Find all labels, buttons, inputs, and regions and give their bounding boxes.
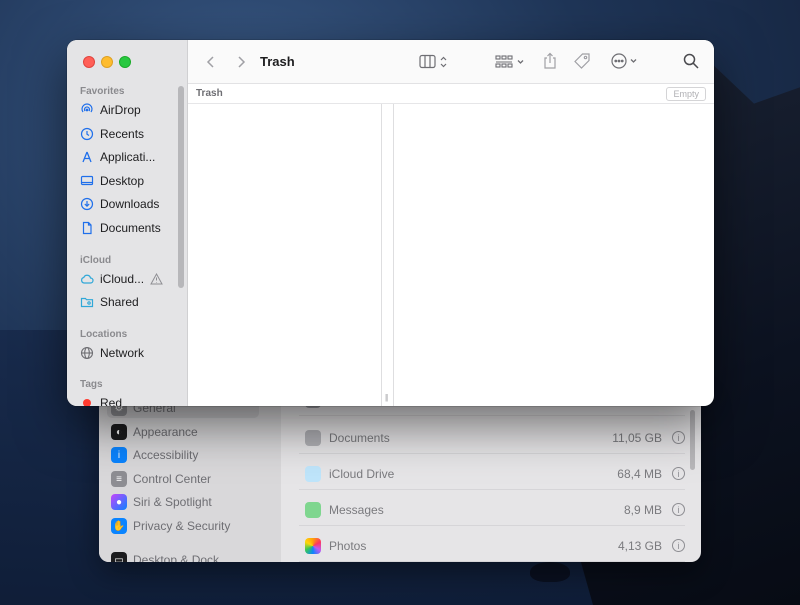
clock-icon — [80, 127, 94, 141]
storage-row-documents[interactable]: Documents 11,05 GB i — [299, 422, 685, 454]
cloud-icon — [80, 272, 94, 286]
warning-icon[interactable] — [150, 273, 163, 285]
finder-sidebar: Favorites AirDrop Recents Applicati... D… — [67, 40, 188, 406]
empty-trash-button[interactable]: Empty — [666, 87, 706, 101]
settings-item-siri[interactable]: ● Siri & Spotlight — [111, 492, 212, 512]
info-icon[interactable]: i — [672, 503, 685, 516]
settings-sidebar: ⚙ General ◐ Appearance i Accessibility ≡… — [99, 390, 281, 562]
sidebar-header-locations: Locations — [80, 329, 128, 340]
zoom-button[interactable] — [119, 56, 131, 68]
document-icon — [80, 221, 94, 235]
finder-toolbar: Trash — [188, 40, 714, 84]
messages-icon — [305, 501, 321, 518]
siri-icon: ● — [111, 494, 127, 510]
chevron-right-icon[interactable] — [230, 55, 252, 69]
download-icon — [80, 197, 94, 211]
settings-item-desktop-dock[interactable]: ▭ Desktop & Dock — [111, 550, 219, 562]
sidebar-item-tag-red[interactable]: Red — [80, 394, 122, 406]
accessibility-icon: i — [111, 447, 127, 463]
globe-icon — [80, 346, 94, 360]
photos-icon — [305, 537, 321, 554]
minimize-button[interactable] — [101, 56, 113, 68]
settings-item-accessibility[interactable]: i Accessibility — [111, 445, 198, 465]
sidebar-item-desktop[interactable]: Desktop — [80, 172, 144, 190]
column-resize-handle[interactable]: || — [385, 393, 388, 402]
sidebar-item-airdrop[interactable]: AirDrop — [80, 101, 141, 119]
info-icon[interactable]: i — [672, 431, 685, 444]
sidebar-item-shared[interactable]: Shared — [80, 293, 139, 311]
info-icon[interactable]: i — [672, 467, 685, 480]
settings-scrollbar[interactable] — [690, 410, 695, 470]
desktop-icon — [80, 174, 94, 188]
chevron-left-icon[interactable] — [200, 55, 222, 69]
close-button[interactable] — [83, 56, 95, 68]
sidebar-header-icloud: iCloud — [80, 255, 112, 266]
sidebar-item-applications[interactable]: Applicati... — [80, 148, 155, 166]
path-bar: Trash Empty — [188, 84, 714, 104]
group-icon[interactable] — [495, 53, 527, 71]
path-label: Trash — [196, 88, 223, 99]
settings-item-control-center[interactable]: ≡ Control Center — [111, 469, 211, 489]
appearance-icon: ◐ — [111, 424, 127, 440]
tag-icon[interactable] — [573, 52, 593, 70]
settings-window: ⚙ General ◐ Appearance i Accessibility ≡… — [99, 390, 701, 562]
share-icon[interactable] — [542, 52, 558, 70]
column-browser: || — [188, 104, 702, 406]
column-divider[interactable] — [393, 104, 394, 406]
sidebar-scrollbar[interactable] — [178, 86, 184, 288]
applications-icon — [80, 150, 94, 164]
sidebar-item-icloud-drive[interactable]: iCloud... — [80, 270, 163, 288]
column-view-icon[interactable] — [419, 53, 449, 71]
sidebar-item-downloads[interactable]: Downloads — [80, 195, 159, 213]
column-divider[interactable] — [381, 104, 382, 406]
storage-row-icloud-drive[interactable]: iCloud Drive 68,4 MB i — [299, 458, 685, 490]
settings-storage-list: i Documents 11,05 GB i iCloud Drive 68,4… — [299, 390, 701, 562]
storage-row-messages[interactable]: Messages 8,9 MB i — [299, 494, 685, 526]
sidebar-item-network[interactable]: Network — [80, 344, 144, 362]
window-title: Trash — [260, 54, 295, 69]
red-tag-dot — [83, 399, 91, 406]
hand-icon: ✋ — [111, 518, 127, 534]
dock-icon: ▭ — [111, 552, 127, 562]
storage-row-photos[interactable]: Photos 4,13 GB i — [299, 530, 685, 562]
sidebar-header-favorites: Favorites — [80, 86, 125, 97]
search-icon[interactable] — [682, 52, 700, 70]
desktop-rock — [530, 562, 570, 582]
sidebar-item-recents[interactable]: Recents — [80, 125, 144, 143]
sidebar-item-documents[interactable]: Documents — [80, 219, 161, 237]
airdrop-icon — [80, 103, 94, 117]
sidebar-header-tags: Tags — [80, 379, 103, 390]
settings-item-appearance[interactable]: ◐ Appearance — [111, 422, 198, 442]
control-center-icon: ≡ — [111, 471, 127, 487]
shared-folder-icon — [80, 295, 94, 309]
cloud-icon — [305, 465, 321, 482]
ellipsis-icon[interactable] — [610, 52, 642, 70]
settings-item-privacy[interactable]: ✋ Privacy & Security — [111, 516, 230, 536]
document-icon — [305, 429, 321, 446]
finder-window: Favorites AirDrop Recents Applicati... D… — [67, 40, 714, 406]
info-icon[interactable]: i — [672, 539, 685, 552]
